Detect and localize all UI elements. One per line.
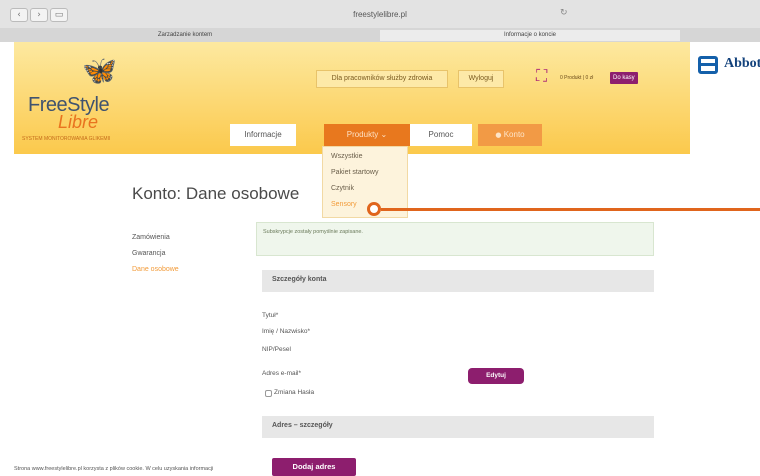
chevron-right-icon[interactable]: ›	[30, 8, 48, 22]
change-password-label[interactable]: Zmiana Hasła	[274, 389, 314, 396]
sidebar-icon[interactable]: ▭	[50, 8, 68, 22]
chevron-left-icon[interactable]: ‹	[10, 8, 28, 22]
site-header: 🦋 FreeStyle Libre SYSTEM MONITOROWANIA G…	[14, 42, 690, 154]
account-details-title: Szczegóły konta	[272, 276, 327, 283]
browser-toolbar: ‹ › ▭ freestylelibre.pl ↻ Zarzadzanie ko…	[0, 0, 760, 42]
field-email-label: Adres e-mail*	[262, 370, 302, 377]
web-page: 🦋 FreeStyle Libre SYSTEM MONITOROWANIA G…	[0, 42, 760, 476]
address-details-header: Adres – szczegóły	[262, 416, 654, 438]
callout-pointer-line	[381, 208, 760, 211]
sidebar-item-gwarancja[interactable]: Gwarancja	[132, 250, 165, 257]
logo-libre-text: Libre	[58, 112, 99, 132]
abbott-logo[interactable]: Abbott	[690, 42, 760, 138]
dropdown-item-sensory[interactable]: Sensory	[331, 201, 357, 208]
dropdown-item-pakiet-startowy[interactable]: Pakiet startowy	[331, 169, 378, 176]
field-nip-label: NIP/Pesel	[262, 346, 291, 353]
tab-konto[interactable]: ● Konto	[478, 124, 542, 146]
address-bar[interactable]: freestylelibre.pl	[180, 6, 580, 24]
tab-konto-label: Konto	[503, 130, 525, 139]
dropdown-item-czytnik[interactable]: Czytnik	[331, 185, 354, 192]
dropdown-item-wszystkie[interactable]: Wszystkie	[331, 153, 363, 160]
tab-informacje[interactable]: Informacje	[230, 124, 296, 146]
address-details-title: Adres – szczegóły	[272, 422, 333, 429]
field-title-label: Tytuł*	[262, 312, 279, 319]
abbott-mark-icon	[698, 56, 718, 74]
tab-account-management[interactable]: Zarzadzanie kontem	[90, 30, 280, 41]
chevron-down-icon: ⌄	[380, 130, 388, 139]
freestyle-libre-logo[interactable]: 🦋 FreeStyle Libre SYSTEM MONITOROWANIA G…	[22, 50, 132, 142]
cart-summary: 0 Produkt | 0 zł	[560, 75, 594, 81]
tab-produkty[interactable]: Produkty ⌄	[324, 124, 410, 146]
butterfly-icon: 🦋	[82, 54, 117, 87]
sidebar-item-dane-osobowe[interactable]: Dane osobowe	[132, 266, 179, 273]
callout-pointer-dot	[367, 202, 381, 216]
browser-tabs: Zarzadzanie kontem Informacje o koncie	[0, 28, 760, 42]
logout-link[interactable]: Wyloguj	[458, 70, 504, 88]
account-details-header: Szczegóły konta	[262, 270, 654, 292]
abbott-text: Abbott	[724, 56, 760, 71]
field-name-label: Imię / Nazwisko*	[262, 328, 311, 335]
tab-pomoc[interactable]: Pomoc	[410, 124, 472, 146]
success-notice: Subskrypcje zostały pomyślnie zapisane.	[256, 222, 654, 256]
change-password-checkbox[interactable]	[265, 390, 272, 397]
user-icon: ●	[495, 131, 502, 139]
add-address-button[interactable]: Dodaj adres	[272, 458, 356, 476]
tab-account-info[interactable]: Informacje o koncie	[380, 30, 680, 41]
tab-produkty-label: Produkty	[346, 130, 379, 139]
professionals-link[interactable]: Dla pracowników służby zdrowia	[316, 70, 448, 88]
cookie-notice: Strona www.freestylelibre.pl korzysta z …	[14, 466, 214, 472]
shopping-basket-icon[interactable]: ⛶	[536, 66, 556, 86]
edit-button[interactable]: Edytuj	[468, 368, 524, 384]
page-title: Konto: Dane osobowe	[132, 184, 300, 203]
logo-tagline: SYSTEM MONITOROWANIA GLIKEMII	[22, 136, 111, 142]
sidebar-item-zamowienia[interactable]: Zamówienia	[132, 234, 170, 241]
success-notice-text: Subskrypcje zostały pomyślnie zapisane.	[263, 229, 363, 235]
checkout-button[interactable]: Do kasy	[610, 72, 638, 84]
reload-icon[interactable]: ↻	[560, 8, 568, 18]
